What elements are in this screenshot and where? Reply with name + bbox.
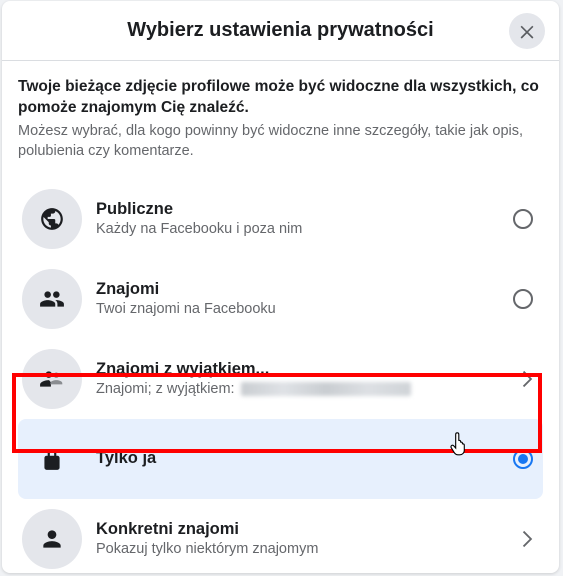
option-subtitle: Każdy na Facebooku i poza nim	[96, 220, 509, 239]
privacy-settings-modal: Wybierz ustawienia prywatności Twoje bie…	[2, 1, 559, 573]
chevron-right-icon	[515, 368, 537, 390]
option-subtitle: Twoi znajomi na Facebooku	[96, 300, 509, 319]
modal-header: Wybierz ustawienia prywatności	[2, 1, 559, 61]
option-friends[interactable]: Znajomi Twoi znajomi na Facebooku	[18, 259, 543, 339]
option-subtitle: Znajomi; z wyjątkiem:	[96, 380, 515, 399]
friends-except-icon	[22, 349, 82, 409]
option-texts: Znajomi Twoi znajomi na Facebooku	[96, 279, 509, 319]
person-icon	[22, 509, 82, 569]
close-button[interactable]	[509, 13, 545, 49]
chevron-right-icon	[515, 528, 537, 550]
lock-icon	[22, 429, 82, 489]
option-subtitle: Pokazuj tylko niektórym znajomym	[96, 540, 515, 559]
globe-icon	[22, 189, 82, 249]
option-title: Znajomi z wyjątkiem...	[96, 359, 515, 380]
close-icon	[517, 21, 537, 41]
radio-friends[interactable]	[509, 289, 537, 309]
option-title: Tylko ja	[96, 448, 509, 469]
friends-icon	[22, 269, 82, 329]
option-only-me[interactable]: Tylko ja	[18, 419, 543, 499]
intro-heading: Twoje bieżące zdjęcie profilowe może być…	[18, 77, 543, 118]
modal-scroll-area[interactable]: Twoje bieżące zdjęcie profilowe może być…	[2, 61, 559, 573]
chevron-specific[interactable]	[515, 528, 537, 550]
option-texts: Konkretni znajomi Pokazuj tylko niektóry…	[96, 519, 515, 559]
radio-only-me[interactable]	[509, 449, 537, 469]
option-friends-except[interactable]: Znajomi z wyjątkiem... Znajomi; z wyjątk…	[18, 339, 543, 419]
option-texts: Publiczne Każdy na Facebooku i poza nim	[96, 199, 509, 239]
option-title: Publiczne	[96, 199, 509, 220]
option-texts: Znajomi z wyjątkiem... Znajomi; z wyjątk…	[96, 359, 515, 399]
option-title: Konkretni znajomi	[96, 519, 515, 540]
option-public[interactable]: Publiczne Każdy na Facebooku i poza nim	[18, 179, 543, 259]
option-title: Znajomi	[96, 279, 509, 300]
option-texts: Tylko ja	[96, 448, 509, 469]
option-specific-friends[interactable]: Konkretni znajomi Pokazuj tylko niektóry…	[18, 499, 543, 573]
radio-public[interactable]	[509, 209, 537, 229]
intro-subtext: Możesz wybrać, dla kogo powinny być wido…	[18, 122, 543, 161]
redacted-names	[241, 382, 411, 396]
modal-title: Wybierz ustawienia prywatności	[127, 19, 433, 42]
chevron-friends-except[interactable]	[515, 368, 537, 390]
